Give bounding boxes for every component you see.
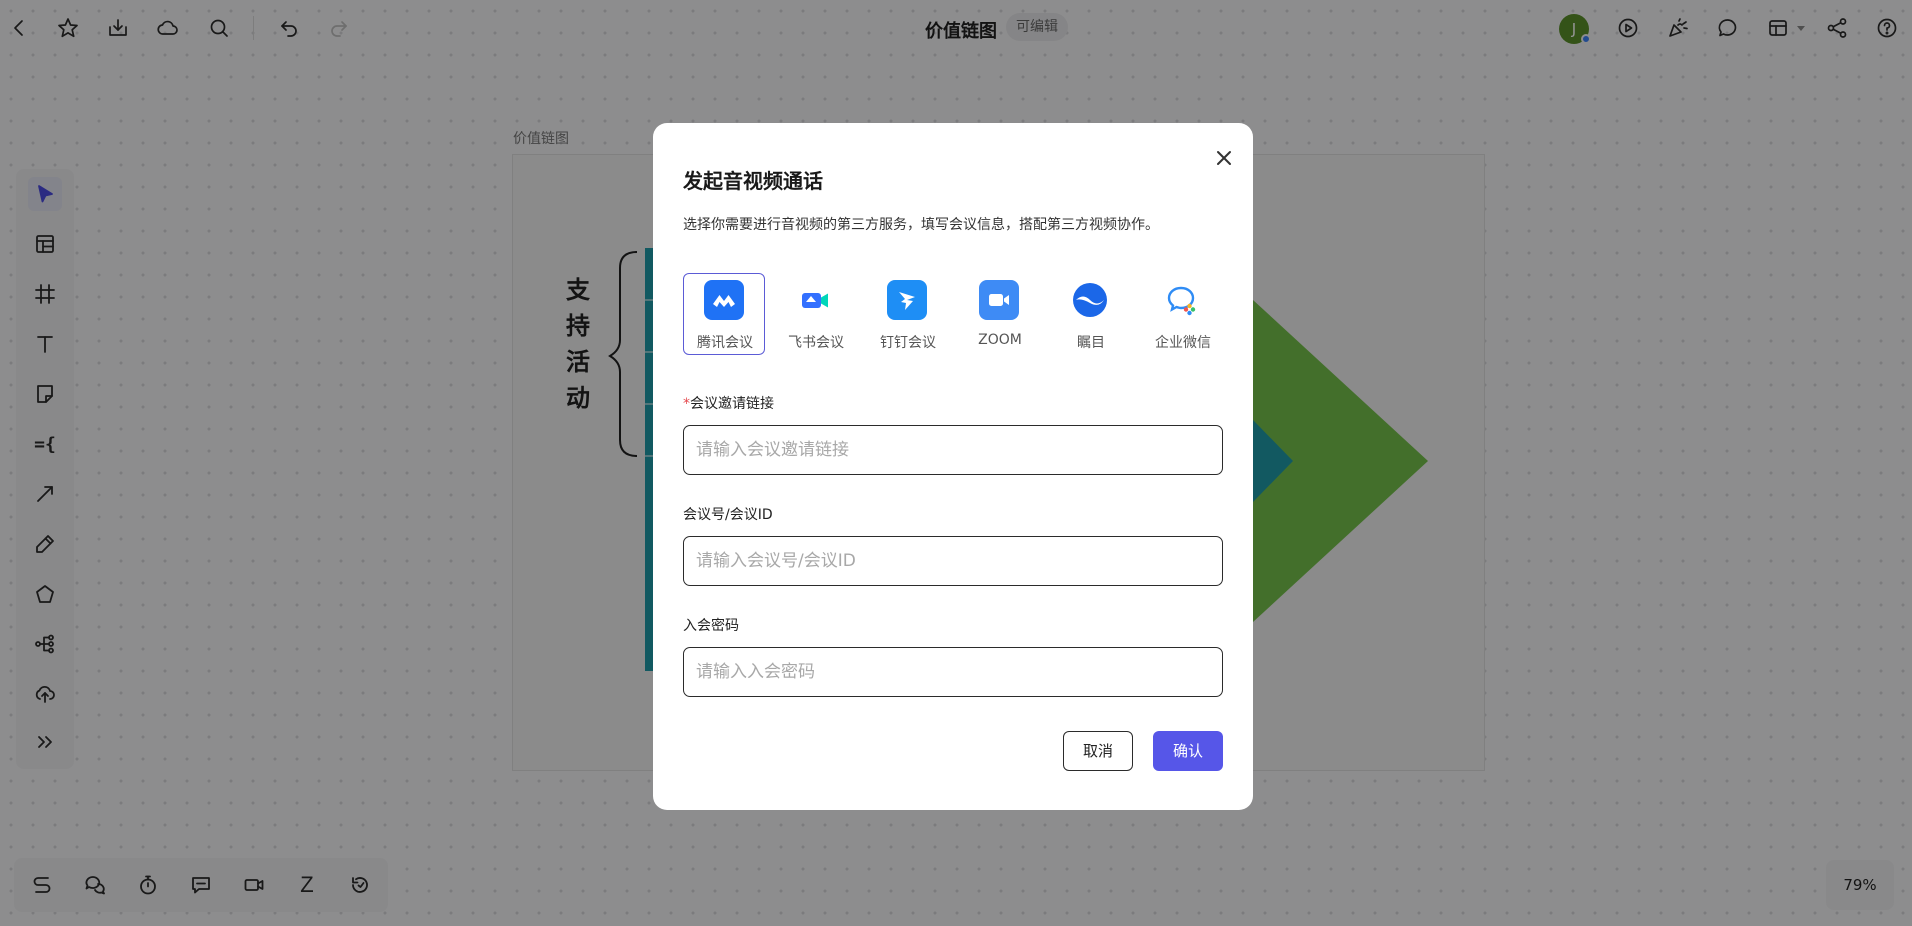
- provider-tencent-meeting[interactable]: 腾讯会议: [683, 273, 765, 355]
- wecom-icon: [1162, 280, 1202, 320]
- password-label: 入会密码: [683, 618, 739, 634]
- cancel-button[interactable]: 取消: [1063, 731, 1133, 771]
- provider-label: ZOOM: [978, 332, 1022, 348]
- required-mark: *: [683, 396, 690, 412]
- provider-wecom[interactable]: 企业微信: [1141, 273, 1223, 355]
- zoom-icon: [979, 280, 1019, 320]
- provider-label: 企业微信: [1155, 335, 1211, 351]
- invite-link-input[interactable]: [683, 425, 1223, 475]
- provider-label: 钉钉会议: [880, 335, 936, 351]
- dingtalk-meeting-icon: [887, 280, 927, 320]
- close-icon[interactable]: [1208, 142, 1240, 174]
- password-input[interactable]: [683, 647, 1223, 697]
- provider-list: 腾讯会议 飞书会议 钉钉会议 ZOOM 瞩目 企业微信: [683, 273, 1223, 355]
- provider-label: 飞书会议: [788, 335, 844, 351]
- feishu-meeting-icon: [795, 280, 835, 320]
- dialog-description: 选择你需要进行音视频的第三方服务，填写会议信息，搭配第三方视频协作。: [683, 217, 1159, 233]
- provider-zhumu[interactable]: 瞩目: [1049, 273, 1131, 355]
- meeting-id-label: 会议号/会议ID: [683, 507, 773, 523]
- tencent-meeting-icon: [704, 280, 744, 320]
- confirm-button[interactable]: 确认: [1153, 731, 1223, 771]
- provider-zoom[interactable]: ZOOM: [958, 273, 1040, 355]
- provider-label: 瞩目: [1077, 335, 1105, 351]
- meeting-id-input[interactable]: [683, 536, 1223, 586]
- provider-label: 腾讯会议: [697, 335, 753, 351]
- provider-feishu-meeting[interactable]: 飞书会议: [774, 273, 856, 355]
- zhumu-icon: [1070, 280, 1110, 320]
- invite-link-label: *会议邀请链接: [683, 396, 774, 412]
- video-call-dialog: 发起音视频通话 选择你需要进行音视频的第三方服务，填写会议信息，搭配第三方视频协…: [653, 123, 1253, 810]
- provider-dingtalk-meeting[interactable]: 钉钉会议: [866, 273, 948, 355]
- dialog-title: 发起音视频通话: [683, 169, 823, 193]
